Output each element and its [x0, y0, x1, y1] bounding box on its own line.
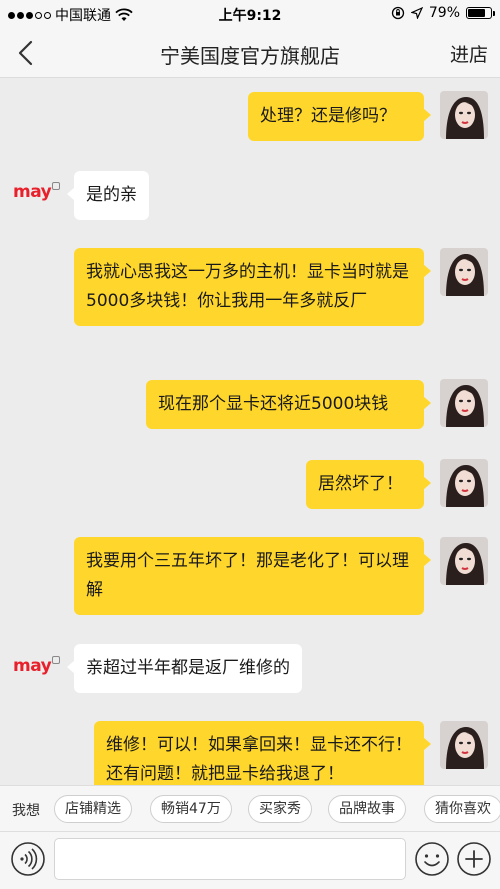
battery-fill: [468, 9, 486, 17]
status-right: 79%: [391, 5, 495, 21]
quick-reply-chip[interactable]: 畅销47万: [150, 795, 232, 823]
quick-reply-chip[interactable]: 买家秀: [248, 795, 312, 823]
location-arrow-icon: [410, 7, 423, 19]
enter-store-button[interactable]: 进店: [450, 40, 488, 67]
message-bubble-user[interactable]: 处理？还是修吗？: [248, 92, 431, 141]
status-bar: 中国联通 上午9:12 79%: [0, 0, 500, 28]
message-input-bar: [0, 831, 500, 889]
message-bubble-shop[interactable]: 亲超过半年都是返厂维修的: [67, 644, 302, 693]
quick-reply-label: 我想: [12, 803, 40, 819]
user-avatar[interactable]: [440, 91, 488, 139]
shop-logo-text: may: [13, 656, 52, 676]
quick-reply-chip[interactable]: 店铺精选: [54, 795, 132, 823]
nav-bar: 宁美国度官方旗舰店 进店: [0, 28, 500, 78]
user-avatar[interactable]: [440, 379, 488, 427]
rotation-lock-icon: [391, 6, 405, 20]
voice-input-button[interactable]: [10, 841, 46, 877]
message-bubble-user[interactable]: 我就心思我这一万多的主机！显卡当时就是5000多块钱！你让我用一年多就反厂: [74, 248, 431, 326]
user-avatar[interactable]: [440, 248, 488, 296]
battery-icon: [466, 7, 495, 19]
message-bubble-shop[interactable]: 是的亲: [67, 171, 149, 220]
shop-logo[interactable]: may: [13, 656, 61, 680]
shop-logo-mark: [52, 182, 61, 191]
message-bubble-user[interactable]: 维修！可以！如果拿回来！显卡还不行！还有问题！就把显卡给我退了！: [94, 721, 431, 785]
message-bubble-user[interactable]: 现在那个显卡还将近5000块钱: [146, 380, 431, 429]
message-bubble-user[interactable]: 居然坏了！: [306, 460, 431, 509]
more-options-button[interactable]: [456, 841, 492, 877]
voice-icon: [11, 842, 45, 876]
emoji-button[interactable]: [414, 841, 450, 877]
smiley-icon: [415, 842, 449, 876]
plus-icon: [457, 842, 491, 876]
quick-reply-bar: 我想 店铺精选 畅销47万 买家秀 品牌故事 猜你喜欢: [0, 785, 500, 831]
user-avatar[interactable]: [440, 537, 488, 585]
quick-reply-chip[interactable]: 品牌故事: [328, 795, 406, 823]
user-avatar[interactable]: [440, 459, 488, 507]
quick-reply-chip[interactable]: 猜你喜欢: [424, 795, 500, 823]
user-avatar[interactable]: [440, 721, 488, 769]
shop-logo-text: may: [13, 182, 52, 202]
page-title: 宁美国度官方旗舰店: [160, 44, 340, 68]
message-bubble-user[interactable]: 我要用个三五年坏了！那是老化了！可以理解: [74, 537, 431, 615]
chat-message-list[interactable]: 处理？还是修吗？ may 是的亲 我就心思我这一万多的主机！显卡当时就是5000…: [0, 79, 500, 785]
message-input[interactable]: [54, 838, 406, 880]
shop-logo-mark: [52, 656, 61, 665]
battery-percent: 79%: [428, 5, 460, 21]
shop-logo[interactable]: may: [13, 182, 61, 206]
